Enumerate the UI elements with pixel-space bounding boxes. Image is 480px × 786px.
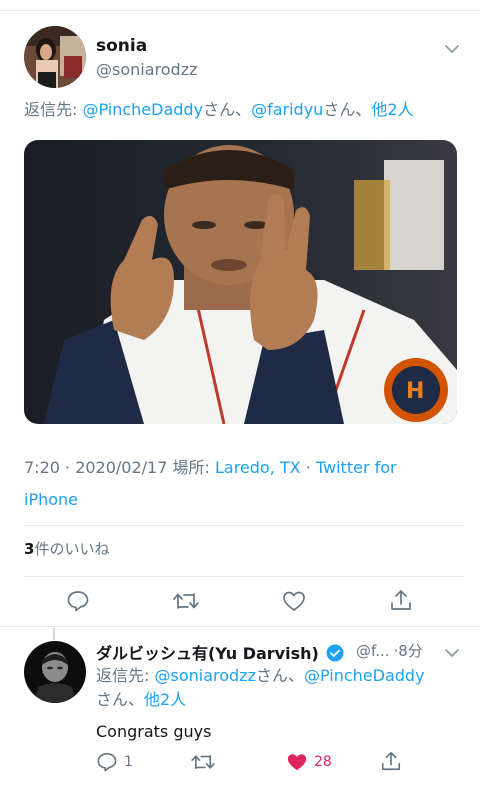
likes-label: 件のいいね [34, 540, 110, 558]
chevron-down-icon[interactable] [444, 40, 460, 59]
reply-suffix: さん、 [96, 690, 145, 709]
share-icon [381, 751, 401, 771]
reply-share-button[interactable] [380, 750, 402, 772]
reply-prefix: 返信先: [96, 666, 155, 685]
tweet-meta: 7:20 · 2020/02/17 場所: Laredo, TX · Twitt… [24, 452, 444, 516]
reply-icon [97, 753, 117, 772]
reply-tweet-text: Congrats guys [96, 722, 212, 741]
thread-connector [53, 628, 55, 640]
divider [24, 576, 464, 577]
tweet-photo[interactable]: H [24, 140, 457, 424]
tweet-timestamp[interactable]: 7:20 · 2020/02/17 場所: [24, 458, 215, 477]
reply-author-name-text: ダルビッシュ有(Yu Darvish) [96, 644, 319, 663]
reply-user-link[interactable]: @PincheDaddy [82, 100, 203, 119]
heart-icon [283, 591, 305, 611]
reply-suffix: さん、 [323, 100, 372, 119]
heart-filled-icon [287, 754, 307, 771]
svg-text:H: H [406, 379, 424, 404]
like-button[interactable] [282, 590, 306, 612]
reply-retweet-button[interactable] [190, 753, 216, 771]
reply-suffix: さん、 [203, 100, 252, 119]
likes-summary[interactable]: 3件のいいね [24, 538, 109, 559]
reply-author-name[interactable]: ダルビッシュ有(Yu Darvish) [96, 640, 344, 664]
share-icon [391, 590, 411, 610]
share-button[interactable] [389, 588, 413, 612]
reply-others-link[interactable]: 他2人 [371, 100, 413, 119]
author-name[interactable]: sonia [96, 36, 147, 56]
reply-to-line: 返信先: @PincheDaddyさん、@faridyuさん、他2人 [24, 98, 414, 122]
reply-author-meta: @f... ·8分 [356, 640, 423, 661]
like-count: 28 [314, 754, 332, 770]
retweet-icon [173, 593, 199, 609]
reply-reply-button[interactable]: 1 [96, 752, 133, 772]
reply-like-button[interactable]: 28 [286, 752, 332, 772]
chevron-down-icon[interactable] [444, 644, 460, 663]
reply-button[interactable] [66, 590, 90, 612]
verified-badge-icon [326, 644, 344, 662]
reply-user-link[interactable]: @faridyu [251, 100, 323, 119]
reply-user-link[interactable]: @PincheDaddy [304, 666, 425, 685]
author-avatar[interactable] [24, 26, 86, 88]
reply-author-handle[interactable]: @f... [356, 642, 390, 660]
reply-icon [67, 591, 89, 612]
top-divider [0, 10, 480, 11]
likes-count: 3 [24, 540, 35, 558]
reply-author-avatar[interactable] [24, 641, 86, 703]
location-link[interactable]: Laredo, TX [215, 458, 301, 477]
retweet-icon [191, 754, 215, 770]
reply-timestamp[interactable]: ·8分 [394, 642, 423, 660]
reply-reply-to-line: 返信先: @soniarodzzさん、@PincheDaddy さん、他2人 [96, 664, 456, 712]
meta-separator: · [300, 458, 316, 477]
divider [24, 525, 464, 526]
retweet-button[interactable] [172, 591, 200, 611]
reply-prefix: 返信先: [24, 100, 83, 119]
author-handle[interactable]: @soniarodzz [96, 60, 197, 79]
divider [0, 626, 480, 627]
reply-others-link[interactable]: 他2人 [144, 690, 186, 709]
reply-user-link[interactable]: @soniarodzz [154, 666, 255, 685]
reply-count: 1 [124, 754, 133, 770]
reply-suffix: さん、 [255, 666, 304, 685]
